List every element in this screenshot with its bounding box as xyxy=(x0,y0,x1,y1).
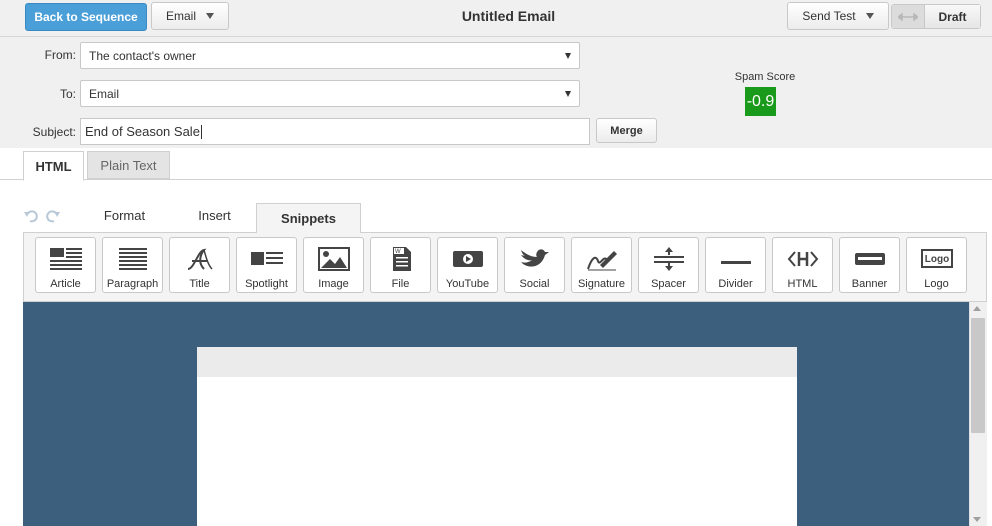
spacer-icon xyxy=(653,238,685,274)
tab-html[interactable]: HTML xyxy=(23,151,84,181)
email-header-strip[interactable] xyxy=(197,347,797,377)
spam-score-badge: -0.9 xyxy=(745,87,776,116)
logo-icon: Logo xyxy=(920,238,953,274)
snippet-divider[interactable]: Divider xyxy=(705,237,766,293)
tab-html-label: HTML xyxy=(35,158,72,174)
snippet-spotlight[interactable]: Spotlight xyxy=(236,237,297,293)
dropdown-arrow-icon xyxy=(565,52,571,59)
snippet-file[interactable]: W File xyxy=(370,237,431,293)
chevron-down-icon xyxy=(865,13,874,19)
social-icon xyxy=(519,238,551,274)
email-body[interactable] xyxy=(197,377,797,526)
chevron-down-icon xyxy=(206,13,214,19)
to-label: To: xyxy=(59,87,76,101)
scroll-up-icon[interactable] xyxy=(973,306,981,311)
snippet-banner[interactable]: Banner xyxy=(839,237,900,293)
switch-arrows-icon xyxy=(892,5,925,28)
spam-score-label: Spam Score xyxy=(734,71,796,83)
snippet-social[interactable]: Social xyxy=(504,237,565,293)
signature-icon xyxy=(586,238,618,274)
send-test-label: Send Test xyxy=(802,9,856,23)
snippet-label: Divider xyxy=(718,278,753,290)
snippet-logo[interactable]: Logo Logo xyxy=(906,237,967,293)
subject-input[interactable]: End of Season Sale xyxy=(80,118,590,145)
snippet-label: Social xyxy=(519,278,550,290)
status-label: Draft xyxy=(925,5,980,28)
text-cursor xyxy=(200,124,202,139)
snippet-label: Spotlight xyxy=(245,278,288,290)
snippet-label: Article xyxy=(50,278,81,290)
youtube-icon xyxy=(452,238,484,274)
snippet-label: Signature xyxy=(577,278,626,290)
spotlight-icon xyxy=(250,238,283,274)
content-tabs-divider xyxy=(0,179,992,180)
snippet-spacer[interactable]: Spacer xyxy=(638,237,699,293)
snippet-label: Image xyxy=(318,278,349,290)
snippet-paragraph[interactable]: Paragraph xyxy=(102,237,163,293)
html-icon xyxy=(787,238,819,274)
snippet-label: File xyxy=(391,278,410,290)
snippet-title[interactable]: Title xyxy=(169,237,230,293)
title-icon xyxy=(184,238,216,274)
article-icon xyxy=(49,238,82,274)
tab-plain-text[interactable]: Plain Text xyxy=(87,151,170,179)
snippet-label: Spacer xyxy=(651,278,686,290)
send-test-button[interactable]: Send Test xyxy=(787,2,889,30)
page-title: Untitled Email xyxy=(461,8,556,24)
snippet-signature[interactable]: Signature xyxy=(571,237,632,293)
snippet-article[interactable]: Article xyxy=(35,237,96,293)
logo-icon-text: Logo xyxy=(924,254,948,265)
divider-icon xyxy=(720,238,752,274)
snippet-label: YouTube xyxy=(445,278,490,290)
tab-insert[interactable]: Insert xyxy=(172,208,257,223)
dropdown-arrow-icon xyxy=(565,90,571,97)
tab-format[interactable]: Format xyxy=(82,208,167,223)
scroll-down-icon[interactable] xyxy=(973,517,981,522)
from-label: From: xyxy=(44,48,76,62)
to-value: Email xyxy=(89,86,120,101)
svg-text:W: W xyxy=(395,249,401,255)
scrollbar-thumb[interactable] xyxy=(971,318,985,433)
paragraph-icon xyxy=(117,238,149,274)
email-type-label: Email xyxy=(165,9,196,23)
banner-icon xyxy=(854,238,886,274)
snippet-label: HTML xyxy=(787,278,818,290)
snippet-label: Logo xyxy=(924,278,949,290)
snippet-row: Article Paragraph Title Spotlight Image … xyxy=(35,237,970,295)
merge-button[interactable]: Merge xyxy=(596,118,657,143)
tab-snippets-label: Snippets xyxy=(281,211,336,226)
undo-icon[interactable] xyxy=(24,209,38,223)
snippet-label: Paragraph xyxy=(106,278,159,290)
subject-label: Subject: xyxy=(32,125,76,139)
from-value: The contact's owner xyxy=(89,48,197,63)
status-toggle[interactable]: Draft xyxy=(891,4,981,29)
from-select[interactable]: The contact's owner xyxy=(80,42,580,69)
snippet-html[interactable]: HTML xyxy=(772,237,833,293)
snippet-label: Banner xyxy=(851,278,888,290)
to-select[interactable]: Email xyxy=(80,80,580,107)
email-type-dropdown[interactable]: Email xyxy=(151,2,229,30)
subject-value: End of Season Sale xyxy=(85,124,200,139)
tab-snippets[interactable]: Snippets xyxy=(256,203,361,233)
redo-icon[interactable] xyxy=(46,209,60,223)
image-icon xyxy=(317,238,350,274)
file-icon: W xyxy=(385,238,417,274)
back-to-sequence-button[interactable]: Back to Sequence xyxy=(25,3,147,31)
tab-plain-text-label: Plain Text xyxy=(100,157,157,173)
snippet-image[interactable]: Image xyxy=(303,237,364,293)
snippet-youtube[interactable]: YouTube xyxy=(437,237,498,293)
snippet-label: Title xyxy=(189,278,210,290)
